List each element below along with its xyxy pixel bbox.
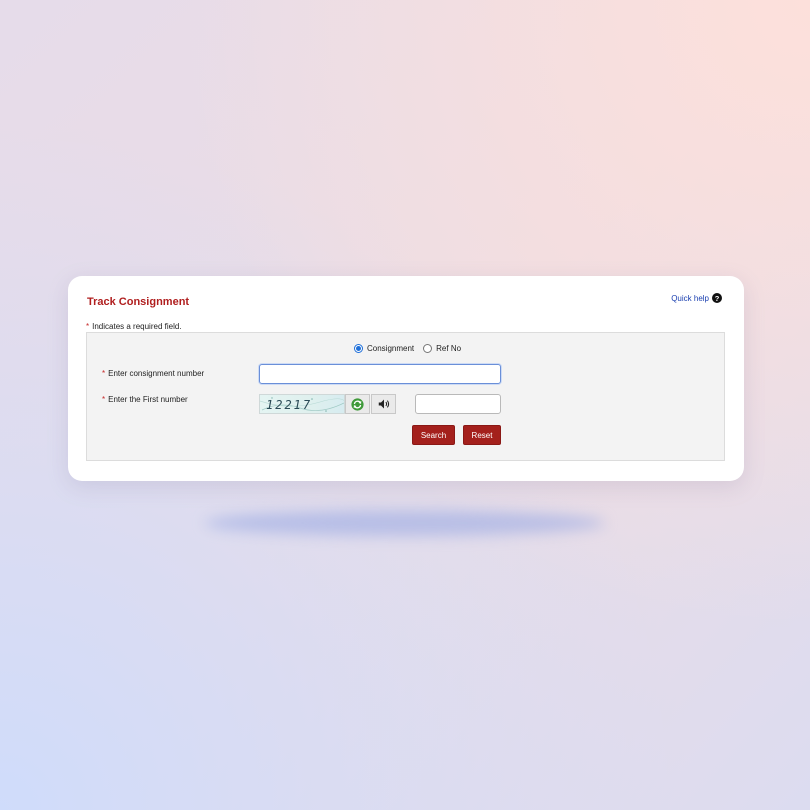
tracking-form: Consignment Ref No * Enter consignment nu… (86, 332, 725, 461)
refresh-captcha-button[interactable] (345, 394, 370, 414)
captcha-text: 12217 (266, 398, 313, 412)
captcha-label: * Enter the First number (102, 395, 188, 404)
floating-shadow (205, 510, 605, 536)
consignment-number-input[interactable] (259, 364, 501, 384)
captcha-label-text: Enter the First number (108, 395, 188, 404)
search-button[interactable]: Search (412, 425, 455, 445)
required-star: * (102, 395, 106, 404)
audio-captcha-button[interactable] (371, 394, 396, 414)
consignment-number-label: * Enter consignment number (102, 369, 204, 378)
quick-help-link[interactable]: Quick help ? (671, 293, 722, 303)
captcha-image: 12217 (259, 394, 345, 414)
page-title: Track Consignment (87, 296, 190, 308)
consignment-number-label-text: Enter consignment number (108, 369, 205, 378)
reset-button[interactable]: Reset (463, 425, 501, 445)
question-circle-icon[interactable]: ? (712, 293, 722, 303)
consignment-radio-label[interactable]: Consignment (367, 344, 414, 353)
track-consignment-card: Track Consignment Quick help ? * Indicate… (68, 276, 744, 481)
required-star: * (86, 322, 90, 331)
captcha-answer-input[interactable] (415, 394, 501, 414)
quick-help-label: Quick help (671, 293, 709, 303)
required-note-text: Indicates a required field. (92, 322, 182, 331)
search-type-radio-group: Consignment Ref No (354, 344, 470, 353)
speaker-icon (378, 399, 389, 409)
required-star: * (102, 369, 106, 378)
ref-no-radio-label[interactable]: Ref No (436, 344, 461, 353)
refresh-icon (351, 397, 364, 411)
ref-no-radio[interactable] (423, 344, 433, 353)
consignment-radio[interactable] (354, 344, 363, 353)
required-field-note: * Indicates a required field. (86, 322, 182, 331)
